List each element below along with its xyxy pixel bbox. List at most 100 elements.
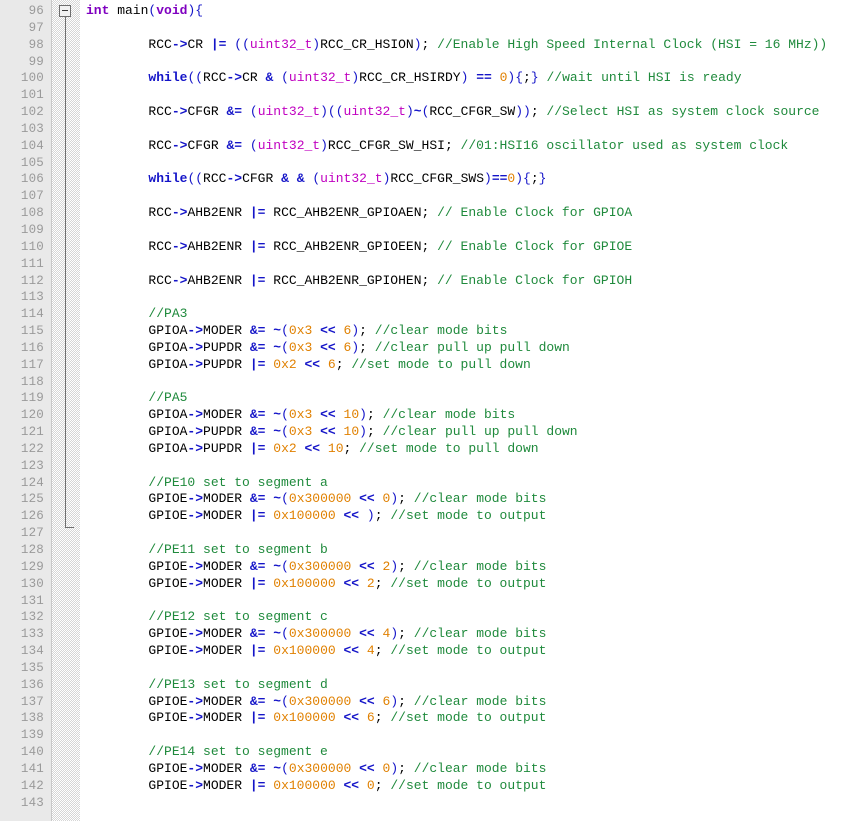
code-line[interactable]: GPIOA->MODER &= ~(0x3 << 10); //clear mo… [86,407,842,424]
code-line[interactable] [86,795,842,812]
line-number: 118 [20,374,44,389]
code-line[interactable]: GPIOA->MODER &= ~(0x3 << 6); //clear mod… [86,323,842,340]
code-line[interactable]: GPIOE->MODER &= ~(0x300000 << 6); //clea… [86,694,842,711]
code-text-area[interactable]: int main(void){ RCC->CR |= ((uint32_t)RC… [80,0,842,821]
token-punc: ) [366,508,375,524]
code-line[interactable]: GPIOE->MODER &= ~(0x300000 << 0); //clea… [86,491,842,508]
line-number: 122 [20,441,44,456]
code-line[interactable]: RCC->CFGR &= (uint32_t)RCC_CFGR_SW_HSI; … [86,138,842,155]
code-line[interactable]: RCC->AHB2ENR |= RCC_AHB2ENR_GPIOAEN; // … [86,205,842,222]
token-comment: //Select HSI as system clock source [546,104,820,120]
code-line[interactable] [86,289,842,306]
code-line[interactable] [86,20,842,37]
token-op: -> [187,760,204,776]
token-punc: } [530,70,539,86]
code-line[interactable] [86,54,842,71]
code-line[interactable]: GPIOE->MODER |= 0x100000 << 0; //set mod… [86,778,842,795]
code-line[interactable]: //PA5 [86,390,842,407]
line-number: 137 [20,694,44,709]
code-line[interactable]: while((RCC->CFGR & & (uint32_t)RCC_CFGR_… [86,171,842,188]
code-line[interactable]: int main(void){ [86,3,842,20]
code-line[interactable]: GPIOE->MODER |= 0x100000 << 4; //set mod… [86,643,842,660]
code-line[interactable]: GPIOE->MODER |= 0x100000 << 2; //set mod… [86,576,842,593]
code-line[interactable]: GPIOA->PUPDR |= 0x2 << 6; //set mode to … [86,357,842,374]
token-plain: ; [343,440,360,456]
token-punc: ( [281,626,289,642]
code-line[interactable] [86,660,842,677]
token-number: 0x300000 [288,693,352,709]
code-line[interactable]: GPIOA->PUPDR &= ~(0x3 << 6); //clear pul… [86,340,842,357]
code-line[interactable]: GPIOE->MODER |= 0x100000 << ); //set mod… [86,508,842,525]
line-number: 99 [28,54,44,69]
code-line[interactable]: //PE12 set to segment c [86,609,842,626]
line-number: 120 [20,408,44,423]
token-punc: ) [390,693,399,709]
token-number: 0x300000 [288,558,352,574]
token-plain: RCC_CR_HSIRDY [359,70,461,86]
code-line[interactable]: RCC->AHB2ENR |= RCC_AHB2ENR_GPIOHEN; // … [86,273,842,290]
code-line[interactable]: //PE10 set to segment a [86,475,842,492]
code-line[interactable] [86,121,842,138]
token-number: 0x300000 [288,491,352,507]
code-line[interactable]: while((RCC->CR & (uint32_t)RCC_CR_HSIRDY… [86,70,842,87]
token-comment: //clear mode bits [413,558,547,574]
token-op: &= [249,424,266,440]
code-line[interactable]: GPIOE->MODER &= ~(0x300000 << 4); //clea… [86,626,842,643]
token-plain: GPIOA [86,356,188,372]
token-op: -> [171,137,188,153]
token-plain: ; [359,339,375,355]
token-op: -> [187,424,204,440]
code-line[interactable] [86,256,842,273]
code-line[interactable] [86,222,842,239]
token-op: << [304,356,321,372]
code-line[interactable]: //PE11 set to segment b [86,542,842,559]
code-line[interactable]: GPIOA->PUPDR |= 0x2 << 10; //set mode to… [86,441,842,458]
code-line[interactable] [86,525,842,542]
token-plain: RCC [86,272,172,288]
token-punc: (( [187,70,204,86]
code-line[interactable]: GPIOE->MODER |= 0x100000 << 6; //set mod… [86,710,842,727]
code-line[interactable] [86,593,842,610]
token-comment: //set mode to output [390,643,547,659]
code-folding-margin[interactable] [52,0,80,821]
code-line[interactable] [86,87,842,104]
code-line[interactable]: //PE14 set to segment e [86,744,842,761]
line-number: 104 [20,138,44,153]
code-line[interactable]: GPIOE->MODER &= ~(0x300000 << 2); //clea… [86,559,842,576]
line-number: 128 [20,543,44,557]
code-line[interactable] [86,458,842,475]
line-number: 109 [20,222,44,237]
token-number: 2 [366,575,375,591]
token-punc: ) [484,171,492,187]
code-line[interactable] [86,374,842,391]
line-number-gutter[interactable]: 96 97 98 99 100 101 102 103 104 105 106 107 108 109 11… [0,0,52,821]
code-line[interactable]: RCC->CR |= ((uint32_t)RCC_CR_HSION); //E… [86,37,842,54]
code-line[interactable]: //PA3 [86,306,842,323]
line-number: 100 [20,71,44,86]
code-line[interactable]: RCC->AHB2ENR |= RCC_AHB2ENR_GPIOEEN; // … [86,239,842,256]
code-line[interactable]: GPIOA->PUPDR &= ~(0x3 << 10); //clear pu… [86,424,842,441]
token-op: ~ [273,339,282,355]
token-keyword: void [156,3,188,18]
fold-collapse-minus-icon[interactable] [59,5,71,17]
token-plain: ; [366,424,383,440]
token-plain: RCC [86,238,172,254]
token-op: ~ [273,558,282,574]
line-number: 139 [20,728,44,743]
code-line[interactable] [86,727,842,744]
token-plain: ; [421,36,438,52]
token-comment: //set mode to output [390,777,547,793]
code-line[interactable] [86,155,842,172]
code-line[interactable]: //PE13 set to segment d [86,677,842,694]
code-line[interactable]: GPIOE->MODER &= ~(0x300000 << 0); //clea… [86,761,842,778]
code-line[interactable]: RCC->CFGR &= (uint32_t)((uint32_t)~(RCC_… [86,104,842,121]
code-line[interactable] [86,188,842,205]
source-code-editor[interactable]: 96 97 98 99 100 101 102 103 104 105 106 107 108 109 11… [0,0,842,821]
